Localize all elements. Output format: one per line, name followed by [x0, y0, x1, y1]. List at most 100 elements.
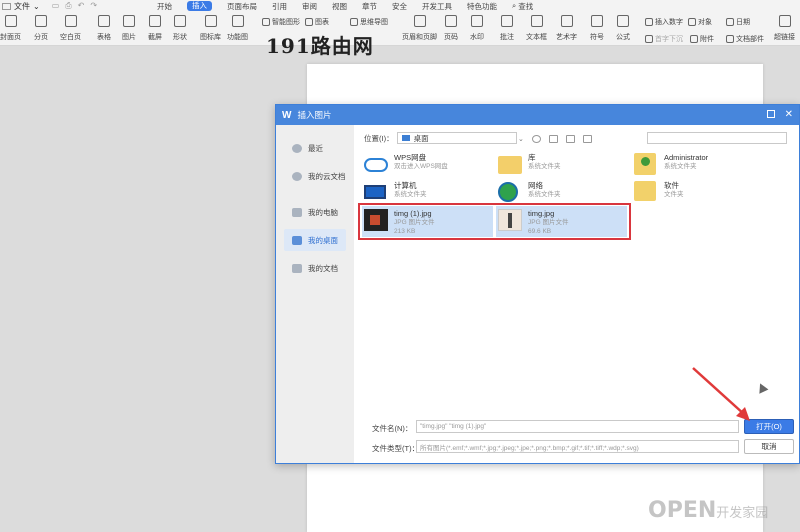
- symbol-button[interactable]: 符号: [590, 15, 604, 42]
- menu-icon: [2, 2, 11, 10]
- function-chart-button[interactable]: 功能图: [227, 15, 248, 42]
- drop-cap-button[interactable]: 首字下沉: [645, 34, 683, 44]
- object-button[interactable]: 对象: [688, 17, 712, 27]
- file-name: 网络: [528, 181, 543, 190]
- icon-library-icon: [204, 15, 217, 27]
- comment-icon: [501, 15, 513, 27]
- tab-review[interactable]: 审阅: [302, 1, 317, 12]
- sidebar-item-my-computer[interactable]: 我的电脑: [284, 201, 346, 223]
- cover-page-icon: [4, 15, 17, 27]
- document-parts-button[interactable]: 文档部件: [726, 34, 764, 44]
- mind-map-label: 思维导图: [360, 19, 388, 26]
- word-art-button[interactable]: 艺术字: [556, 15, 577, 42]
- hyperlink-button[interactable]: 超链接: [774, 15, 795, 42]
- tab-sections[interactable]: 章节: [362, 1, 377, 12]
- sidebar-item-my-desktop[interactable]: 我的桌面: [284, 229, 346, 251]
- undo-icon[interactable]: ↶: [78, 1, 85, 11]
- ribbon-toolbar: 封面页 分页 空白页 表格 图片 截屏 形状 图标库 功能图 智能图形 图表 思…: [0, 12, 800, 46]
- computer-icon: [364, 185, 386, 199]
- maximize-icon[interactable]: [766, 110, 775, 118]
- close-icon[interactable]: ✕: [785, 110, 793, 120]
- formula-label: 公式: [616, 34, 630, 41]
- date-label: 日期: [736, 19, 750, 26]
- back-icon[interactable]: [531, 135, 541, 143]
- header-footer-button[interactable]: 页眉和页脚: [402, 15, 437, 42]
- tab-developer[interactable]: 开发工具: [422, 1, 452, 12]
- comment-button[interactable]: 批注: [500, 15, 514, 42]
- date-button[interactable]: 日期: [726, 17, 750, 27]
- screenshot-button[interactable]: 截屏: [148, 15, 162, 42]
- attachment-button[interactable]: 附件: [690, 34, 714, 44]
- sidebar-item-my-documents[interactable]: 我的文档: [284, 257, 346, 279]
- watermark-small: 开发家园: [716, 506, 769, 521]
- search-command[interactable]: ⌕ 查找: [512, 1, 533, 12]
- sidebar-item-cloud-docs[interactable]: 我的云文档: [284, 165, 346, 187]
- paperclip-icon: [690, 35, 698, 43]
- ribbon-tabs: 开始 插入 页面布局 引用 审阅 视图 章节 安全 开发工具 特色功能 ⌕ 查找: [157, 0, 533, 12]
- location-dropdown[interactable]: 桌面: [396, 132, 517, 144]
- file-item-library[interactable]: 库系统文件夹: [498, 153, 561, 175]
- quick-access-toolbar: ▭ ⎙ ↶ ↷: [52, 1, 97, 11]
- icon-library-button[interactable]: 图标库: [200, 15, 221, 42]
- new-folder-icon[interactable]: [565, 135, 575, 143]
- tab-view[interactable]: 视图: [332, 1, 347, 12]
- filename-label: 文件名(N)：: [372, 424, 413, 433]
- file-item-software[interactable]: 软件 文件夹: [634, 181, 684, 203]
- tab-references[interactable]: 引用: [272, 1, 287, 12]
- sidebar-item-label: 我的云文档: [308, 171, 346, 181]
- blank-page-button[interactable]: 空白页: [60, 15, 81, 42]
- picture-button[interactable]: 图片: [122, 15, 136, 42]
- file-item-administrator[interactable]: Administrator 系统文件夹: [634, 153, 708, 175]
- clock-icon: [292, 143, 302, 153]
- search-label: 查找: [518, 1, 534, 11]
- highlight-box: [358, 203, 631, 240]
- cancel-button[interactable]: 取消: [744, 439, 794, 454]
- tab-security[interactable]: 安全: [392, 1, 407, 12]
- user-folder-icon: [634, 153, 656, 175]
- chart-button[interactable]: 图表: [305, 17, 329, 27]
- text-box-button[interactable]: 文本框: [526, 15, 547, 42]
- insert-number-button[interactable]: 插入数字: [645, 17, 683, 27]
- network-icon: [498, 182, 518, 202]
- tab-home[interactable]: 开始: [157, 1, 172, 12]
- save-icon[interactable]: ▭: [52, 1, 60, 11]
- file-name: WPS网盘: [394, 153, 427, 162]
- object-icon: [688, 18, 696, 26]
- tab-insert[interactable]: 插入: [187, 1, 212, 11]
- sidebar-item-recent[interactable]: 最近: [284, 137, 346, 159]
- file-menu[interactable]: 文件 ⌄: [0, 1, 40, 12]
- insert-number-icon: [645, 18, 653, 26]
- watermark-button[interactable]: 水印: [470, 15, 484, 42]
- table-button[interactable]: 表格: [97, 15, 111, 42]
- file-item-computer[interactable]: 计算机 系统文件夹: [364, 181, 427, 203]
- chart-label: 图表: [315, 19, 329, 26]
- file-item-wps-cloud[interactable]: WPS网盘 双击进入WPS网盘: [364, 153, 448, 175]
- tab-features[interactable]: 特色功能: [467, 1, 497, 12]
- chevron-down-icon: ⌄: [33, 1, 40, 11]
- formula-button[interactable]: 公式: [616, 15, 630, 42]
- page-break-button[interactable]: 分页: [34, 15, 48, 42]
- page-number-button[interactable]: 页码: [444, 15, 458, 42]
- print-icon[interactable]: ⎙: [65, 1, 71, 11]
- cloud-icon: [364, 158, 388, 172]
- mind-map-button[interactable]: 思维导图: [350, 17, 388, 27]
- filetype-select[interactable]: 所有图片(*.emf;*.wmf;*.jpg;*.jpeg;*.jpe;*.pn…: [416, 440, 739, 453]
- redo-icon[interactable]: ↷: [90, 1, 97, 11]
- location-label: 位置(I)：: [364, 133, 394, 143]
- up-folder-icon[interactable]: [548, 135, 558, 143]
- tab-page-layout[interactable]: 页面布局: [227, 1, 257, 12]
- file-name: 软件: [664, 181, 679, 190]
- search-input[interactable]: [647, 132, 787, 144]
- cover-page-button[interactable]: 封面页: [0, 15, 21, 42]
- file-item-network[interactable]: 网络 系统文件夹: [498, 181, 561, 203]
- comment-label: 批注: [500, 34, 514, 41]
- shape-button[interactable]: 形状: [173, 15, 187, 42]
- view-mode-icon[interactable]: [582, 135, 592, 143]
- date-icon: [726, 18, 734, 26]
- smart-art-button[interactable]: 智能图形: [262, 17, 300, 27]
- page-break-icon: [35, 15, 47, 27]
- site-watermark: 191路由网: [266, 34, 374, 58]
- chevron-down-icon[interactable]: ⌄: [518, 135, 524, 143]
- sidebar-item-label: 我的文档: [308, 263, 338, 273]
- text-box-label: 文本框: [526, 34, 547, 41]
